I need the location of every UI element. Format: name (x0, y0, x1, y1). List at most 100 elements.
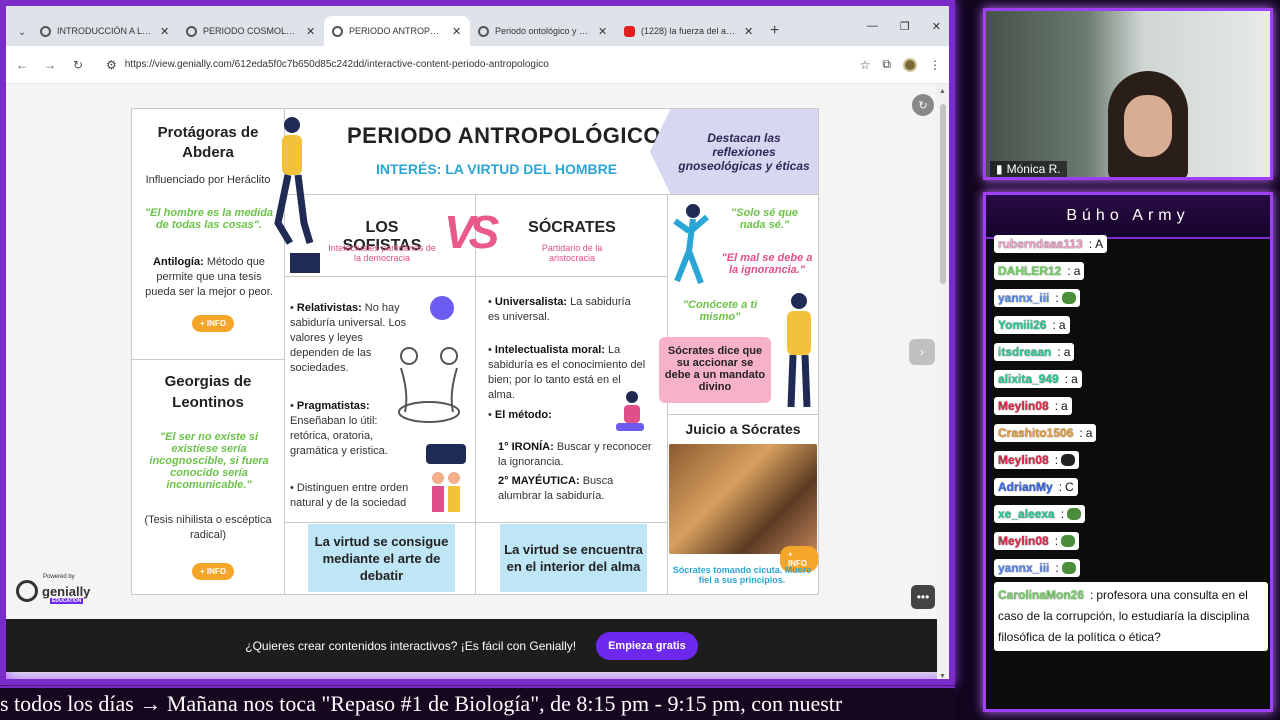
chat-message: xe_aleexa: (994, 505, 1086, 523)
chat-username[interactable]: yannx_iii (998, 561, 1049, 575)
chat-separator: : (1058, 480, 1063, 494)
chat-username[interactable]: Crashito1506 (998, 426, 1073, 440)
chat-username[interactable]: Meylin08 (998, 453, 1049, 467)
tab-title: Periodo ontológico y Helenístic (495, 26, 592, 36)
profile-avatar-icon[interactable] (903, 57, 917, 72)
extensions-puzzle-icon[interactable]: ⧉ (882, 57, 891, 72)
georgias-note: (Tesis nihilista o escéptica radical) (144, 514, 272, 541)
more-options-icon[interactable]: ••• (911, 585, 935, 609)
forward-arrow-icon[interactable]: → (42, 58, 58, 72)
chat-text: a (1071, 372, 1078, 386)
tab-youtube[interactable]: (1228) la fuerza del amor - You ✕ (616, 16, 762, 46)
tab-bar: ⌄ INTRODUCCIÓN A LA FILOSOF ✕ PERIODO CO… (6, 6, 949, 46)
chat-username[interactable]: itsdreaan (998, 345, 1051, 359)
site-info-icon[interactable]: ⚙ (106, 58, 117, 72)
chat-messages: ruberndaaa113: A DAHLER12: a yannx_iii: Yomii… (994, 235, 1268, 656)
genially-favicon-icon (40, 25, 51, 37)
socrates-quote-3: "Conócete a ti mismo" (682, 299, 758, 323)
minimize-icon[interactable]: — (867, 20, 878, 33)
protagoras-info-button[interactable]: + INFO (192, 315, 235, 332)
promo-text: ¿Quieres crear contenidos interactivos? … (245, 638, 577, 653)
protagoras-name: Protágoras de Abdera (157, 124, 259, 161)
genially-favicon-icon (186, 25, 197, 37)
pepe-emote-icon (1061, 562, 1076, 574)
tab-search-chevron-icon[interactable]: ⌄ (12, 18, 32, 46)
webcam-name: Mónica R. (1006, 162, 1061, 176)
tab-antropologico[interactable]: PERIODO ANTROPOLÓGICO | G ✕ (324, 16, 470, 46)
grid-divider (132, 359, 284, 360)
back-arrow-icon[interactable]: ← (14, 58, 30, 72)
georgias-quote: "El ser no existe si existiese sería inc… (149, 431, 269, 491)
socrates-quote-1: "Solo sé que nada sé." (731, 207, 798, 231)
antilogia-text: Antilogía: Método que permite que una te… (145, 256, 273, 298)
ironia-text: 1° IRONÍA: Buscar y reconocer la ignoran… (498, 441, 652, 468)
next-slide-arrow-icon[interactable]: › (909, 339, 935, 365)
genially-logo[interactable]: genially Powered by EDUCATION (16, 574, 90, 604)
chat-username[interactable]: Meylin08 (998, 399, 1049, 413)
close-tab-icon[interactable]: ✕ (452, 25, 462, 38)
chat-username[interactable]: AdrianMy (998, 480, 1053, 494)
browser-window: ⌄ INTRODUCCIÓN A LA FILOSOF ✕ PERIODO CO… (0, 0, 955, 685)
chat-separator: : (1067, 264, 1071, 278)
pragmatistas-text: • Pragmatistas: Enseñaban lo útil: retór… (290, 400, 388, 457)
chat-message: alixita_949: a (994, 370, 1082, 388)
sofistas-subheading: Intelectuales partidarios de la democrac… (328, 243, 436, 263)
jumping-person-illustration (673, 204, 709, 285)
bookmark-star-icon[interactable]: ☆ (860, 58, 871, 72)
metodo-label: • El método: (488, 409, 552, 421)
chat-username[interactable]: alixita_949 (998, 372, 1059, 386)
chat-username[interactable]: ruberndaaa113 (998, 237, 1083, 251)
chat-username[interactable]: Meylin08 (998, 534, 1049, 548)
socrates-heading: SÓCRATES (528, 219, 616, 236)
chat-separator: : (1054, 534, 1059, 548)
chat-message: DAHLER12: a (994, 262, 1085, 280)
fullscreen-toggle-icon[interactable]: ↻ (912, 94, 934, 116)
tab-introduccion[interactable]: INTRODUCCIÓN A LA FILOSOF ✕ (32, 16, 178, 46)
chat-separator: : (1060, 507, 1065, 521)
start-free-button[interactable]: Empieza gratis (596, 631, 698, 660)
tab-cosmologico[interactable]: PERIODO COSMOLÓGICO | Ge ✕ (178, 16, 324, 46)
maximize-icon[interactable]: ❐ (900, 20, 910, 33)
address-bar[interactable]: ⚙ https://view.genially.com/612eda5f0c7b… (98, 51, 848, 78)
chat-message: itsdreaan: a (994, 343, 1075, 361)
protagoras-quote: "El hombre es la medida de todas las cos… (144, 207, 274, 231)
kebab-menu-icon[interactable]: ⋮ (929, 58, 941, 72)
chat-text: a (1085, 426, 1093, 440)
tab-ontologico[interactable]: Periodo ontológico y Helenístic ✕ (470, 16, 616, 46)
debate-figures-illustration (398, 347, 460, 423)
reload-icon[interactable]: ↻ (70, 58, 86, 72)
georgias-name: Georgias de Leontinos (164, 373, 252, 411)
chat-username[interactable]: Yomiii26 (998, 318, 1046, 332)
chat-username[interactable]: CarolinaMon26 (998, 588, 1084, 602)
chat-username[interactable]: DAHLER12 (998, 264, 1061, 278)
close-tab-icon[interactable]: ✕ (306, 25, 316, 38)
ticker-text: s todos los días → Mañana nos toca "Repa… (0, 691, 843, 716)
tab-title: PERIODO ANTROPOLÓGICO | G (349, 26, 446, 36)
tab-title: INTRODUCCIÓN A LA FILOSOF (57, 26, 154, 36)
divine-mandate-callout: Sócrates dice que su accionar se debe a … (659, 337, 771, 403)
slide-subtitle: INTERÉS: LA VIRTUD DEL HOMBRE (376, 161, 618, 177)
standing-person-illustration (787, 293, 811, 408)
scroll-up-icon[interactable]: ▲ (939, 88, 946, 95)
close-tab-icon[interactable]: ✕ (160, 25, 170, 38)
chat-message: CarolinaMon26: profesora una consulta en … (994, 582, 1268, 651)
scroll-down-icon[interactable]: ▼ (939, 673, 946, 679)
chat-separator: : (1055, 561, 1059, 575)
url-text: https://view.genially.com/612eda5f0c7b65… (124, 59, 549, 70)
close-tab-icon[interactable]: ✕ (598, 25, 608, 38)
chat-message: yannx_iii: (994, 289, 1080, 307)
dark-emote-icon (1061, 454, 1076, 466)
new-tab-plus-icon[interactable]: + (770, 16, 779, 46)
close-window-icon[interactable]: ✕ (932, 20, 941, 33)
protest-illustration (426, 444, 466, 512)
georgias-info-button[interactable]: + INFO (192, 563, 235, 580)
browser-toolbar: ← → ↻ ⚙ https://view.genially.com/612eda… (6, 46, 949, 84)
close-tab-icon[interactable]: ✕ (744, 25, 754, 38)
audio-button-icon[interactable] (430, 296, 454, 320)
chat-username[interactable]: xe_aleexa (998, 507, 1055, 521)
chat-message: yannx_iii: (994, 559, 1080, 577)
page-scrollbar[interactable]: ▲ ▼ (937, 84, 949, 679)
chat-username[interactable]: yannx_iii (998, 291, 1049, 305)
scroll-thumb[interactable] (940, 104, 946, 284)
mayeutica-text: 2° MAYÉUTICA: Busca alumbrar la sabidurí… (498, 475, 614, 502)
